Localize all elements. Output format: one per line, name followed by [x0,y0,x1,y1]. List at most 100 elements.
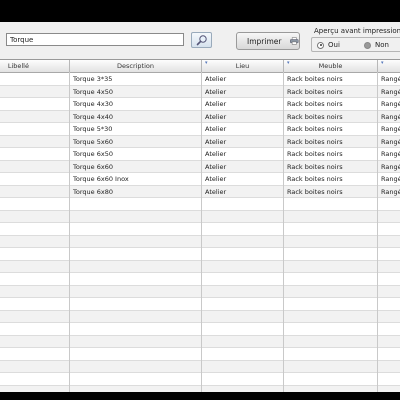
cell-libelle [0,73,70,85]
cell-description: Torque 6x60 [73,162,113,171]
cell-libelle [0,161,70,173]
cell-description: Torque 5x60 [73,137,113,146]
cell-meuble: Rack boites noirs [287,187,343,196]
table-row[interactable] [0,285,400,298]
table-row[interactable] [0,335,400,348]
preview-no-label: Non [375,41,389,49]
cell-description: Torque 5*30 [73,125,113,133]
column-header-libelle[interactable]: Libellé [0,60,70,72]
cell-statut: Rangé [381,87,400,96]
print-preview-label: Aperçu avant impression ? [314,27,400,35]
preview-yes-label: Oui [328,41,340,49]
cell-description: Torque 6x60 Inox [73,175,129,183]
column-divider [377,72,378,392]
column-divider [69,72,70,392]
cell-meuble: Rack boites noirs [287,175,343,183]
table-row[interactable] [0,348,400,361]
table-row[interactable] [0,360,400,373]
cell-lieu: Atelier [205,87,227,96]
cell-description: Torque 4x50 [73,87,113,96]
cell-meuble: Rack boites noirs [287,125,343,133]
cell-meuble: Rack boites noirs [287,75,343,83]
table-row[interactable]: Torque 5x60 Atelier Rack boites noirs Rangé [0,135,400,148]
table-row[interactable] [0,298,400,311]
app-window: Imprimer Aperçu avant impression ? Oui N… [0,22,400,392]
cell-meuble: Rack boites noirs [287,162,343,171]
table-row[interactable]: Torque 6x50 Atelier Rack boites noirs Rangé [0,148,400,161]
table-row[interactable] [0,248,400,261]
search-button[interactable] [191,32,212,48]
cell-libelle [0,111,70,123]
column-header-description[interactable]: Description [70,60,202,72]
cell-lieu: Atelier [205,150,227,158]
cell-statut: Rangé [381,187,400,196]
printer-icon [290,37,299,45]
preview-no-option[interactable]: Non [364,41,389,49]
table-row[interactable] [0,373,400,386]
table-row[interactable] [0,198,400,211]
search-icon [196,35,207,46]
preview-yes-radio[interactable] [317,41,324,49]
cell-description: Torque 3*35 [73,75,113,83]
cell-lieu: Atelier [205,175,227,183]
cell-statut: Rangé [381,162,400,171]
cell-libelle [0,186,70,198]
table-row[interactable] [0,385,400,392]
cell-lieu: Atelier [205,112,227,121]
table-body: Torque 3*35 Atelier Rack boites noirs Rangé… [0,73,400,392]
table-row[interactable]: Torque 4x30 Atelier Rack boites noirs Rangé [0,98,400,111]
cell-lieu: Atelier [205,75,227,83]
table-row[interactable] [0,323,400,336]
column-divider [201,72,202,392]
cell-lieu: Atelier [205,100,227,108]
table-row[interactable]: Torque 6x80 Atelier Rack boites noirs Rangé [0,185,400,198]
cell-libelle [0,136,70,148]
cell-description: Torque 4x40 [73,112,113,121]
table-row[interactable] [0,273,400,286]
cell-libelle [0,98,70,110]
column-header-lieu[interactable]: Lieu [202,60,284,72]
cell-lieu: Atelier [205,125,227,133]
table-row[interactable] [0,260,400,273]
cell-statut: Rangé [381,137,400,146]
cell-statut: Rangé [381,75,400,83]
table-row[interactable]: Torque 4x50 Atelier Rack boites noirs Rangé [0,85,400,98]
results-table: Libellé Description Lieu ▾ Meuble ▾ ▾ Torque 3… [0,59,400,392]
cell-statut: Rangé [381,125,400,133]
table-row[interactable]: Torque 4x40 Atelier Rack boites noirs Rangé [0,110,400,123]
preview-yes-option[interactable]: Oui [317,41,340,49]
print-button[interactable]: Imprimer [236,32,300,50]
cell-lieu: Atelier [205,137,227,146]
table-header: Libellé Description Lieu ▾ Meuble ▾ ▾ [0,60,400,73]
cell-libelle [0,173,70,185]
cell-statut: Rangé [381,175,400,183]
cell-libelle [0,86,70,98]
sort-indicator-icon[interactable]: ▾ [287,60,290,66]
cell-statut: Rangé [381,150,400,158]
cell-libelle [0,123,70,135]
print-button-label: Imprimer [247,36,282,46]
cell-statut: Rangé [381,100,400,108]
table-row[interactable] [0,310,400,323]
sort-indicator-icon[interactable]: ▾ [381,60,384,66]
table-row[interactable]: Torque 6x60 Atelier Rack boites noirs Rangé [0,160,400,173]
column-header-meuble[interactable]: Meuble [284,60,378,72]
sort-indicator-icon[interactable]: ▾ [205,60,208,66]
column-divider [283,72,284,392]
preview-no-radio[interactable] [364,41,371,49]
table-row[interactable]: Torque 6x60 Inox Atelier Rack boites noirs… [0,173,400,186]
table-row[interactable] [0,235,400,248]
search-input[interactable] [6,33,184,46]
cell-description: Torque 6x80 [73,187,113,196]
toolbar: Imprimer Aperçu avant impression ? Oui N… [0,22,400,58]
cell-description: Torque 6x50 [73,150,113,158]
cell-statut: Rangé [381,112,400,121]
cell-lieu: Atelier [205,187,227,196]
table-row[interactable] [0,223,400,236]
cell-description: Torque 4x30 [73,100,113,108]
cell-meuble: Rack boites noirs [287,150,343,158]
table-row[interactable]: Torque 3*35 Atelier Rack boites noirs Rangé [0,73,400,86]
table-row[interactable] [0,210,400,223]
table-row[interactable]: Torque 5*30 Atelier Rack boites noirs Rangé [0,123,400,136]
cell-meuble: Rack boites noirs [287,112,343,121]
